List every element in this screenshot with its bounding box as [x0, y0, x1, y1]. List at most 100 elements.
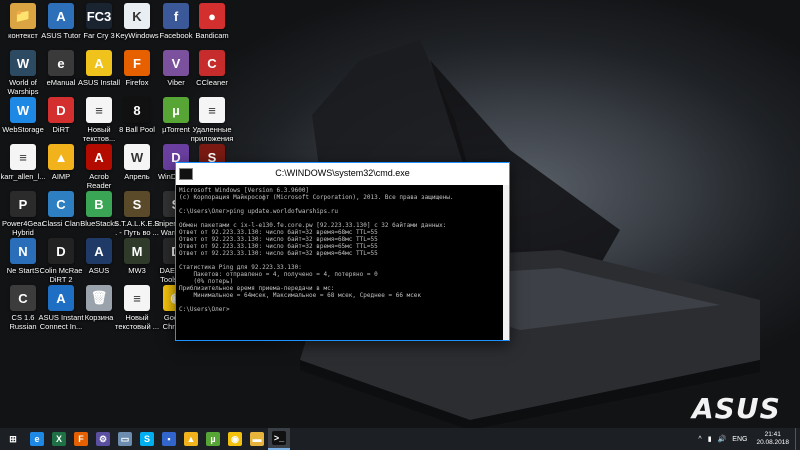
firefox-icon: F — [74, 432, 88, 446]
taskbar-button[interactable]: ▬ — [246, 428, 268, 450]
console-line: Ответ от 92.223.33.130: число байт=32 вр… — [179, 250, 378, 257]
show-desktop-button[interactable] — [795, 428, 800, 450]
taskbar-button[interactable]: >_ — [268, 428, 290, 450]
cmd-title-bar[interactable]: C:\WINDOWS\system32\cmd.exe — [176, 163, 509, 185]
tray-expand-icon[interactable]: ^ — [695, 436, 704, 443]
eight-ball-pool-icon: 8 — [124, 97, 150, 123]
world-of-warships-icon: W — [10, 50, 36, 76]
language-indicator[interactable]: ENG — [729, 436, 750, 443]
desktop-icon[interactable]: ≡ Удаленные приложения — [189, 97, 235, 143]
console-line: Обмен пакетами с ix-l-e130.fe.core.pw [9… — [179, 222, 447, 229]
utorrent-icon: µ — [206, 432, 220, 446]
folder-icon: 📁 — [10, 3, 36, 29]
viber-icon: V — [163, 50, 189, 76]
ccleaner-icon: C — [199, 50, 225, 76]
power4gear-icon: P — [10, 191, 36, 217]
stalker-icon: S — [124, 191, 150, 217]
desktop-icon-label: Bandicam — [195, 31, 229, 40]
taskbar-button[interactable]: F — [70, 428, 92, 450]
remote-desktop-icon: ▭ — [118, 432, 132, 446]
console-line: Microsoft Windows [Version 6.3.9600] — [179, 187, 310, 194]
console-line: Ответ от 92.223.33.130: число байт=32 вр… — [179, 243, 378, 250]
console-line: (0% потерь) — [179, 278, 234, 285]
desktop-icon[interactable]: C CCleaner — [189, 50, 235, 87]
clock-time: 21:41 — [764, 431, 781, 438]
cmd-window-title: C:\WINDOWS\system32\cmd.exe — [275, 168, 410, 178]
cmd-console-output[interactable]: Microsoft Windows [Version 6.3.9600] (c) … — [176, 185, 503, 340]
taskbar-pinned-apps: ⊞ e X F ⚙ ▭ S ▪ ▲ µ ◉ ▬ >_ — [0, 428, 290, 450]
taskbar-button[interactable]: ⊞ — [0, 428, 26, 450]
bluestacks-icon: B — [86, 191, 112, 217]
taskbar-button[interactable]: ▭ — [114, 428, 136, 450]
volume-icon[interactable]: 🔊 — [715, 435, 730, 443]
recycle-bin-icon: 🗑 — [86, 285, 112, 311]
file-icon: ≡ — [10, 144, 36, 170]
settings-icon: ⚙ — [96, 432, 110, 446]
text-document-icon: ≡ — [124, 285, 150, 311]
console-line: Пакетов: отправлено = 4, получено = 4, п… — [179, 271, 378, 278]
word-document-icon: W — [124, 144, 150, 170]
asus-icon: A — [86, 238, 112, 264]
start-icon: ⊞ — [9, 433, 17, 444]
console-line: Минимальное = 64мсек, Максимальное = 68 … — [179, 292, 422, 299]
aimp-icon: ▲ — [48, 144, 74, 170]
dirt-icon: D — [48, 97, 74, 123]
startscreen-icon: N — [10, 238, 36, 264]
taskbar-button[interactable]: e — [26, 428, 48, 450]
asus-install-icon: A — [86, 50, 112, 76]
asus-instant-connect-icon: A — [48, 285, 74, 311]
cmd-scrollbar[interactable] — [503, 185, 509, 340]
asus-tutor-icon: A — [48, 3, 74, 29]
excel-icon: X — [52, 432, 66, 446]
taskbar-button[interactable]: ▲ — [180, 428, 202, 450]
wallpaper-brand-logo: ASUS — [692, 392, 781, 425]
console-line: Статистика Ping для 92.223.33.130: — [179, 264, 302, 271]
file-explorer-icon: ▬ — [250, 432, 264, 446]
taskbar-button[interactable]: S — [136, 428, 158, 450]
classic-clan-icon: C — [48, 191, 74, 217]
skype-icon: S — [140, 432, 154, 446]
taskbar-button[interactable]: ▪ — [158, 428, 180, 450]
taskbar-button[interactable]: ◉ — [224, 428, 246, 450]
console-line: Ответ от 92.223.33.130: число байт=32 вр… — [179, 229, 378, 236]
internet-explorer-icon: e — [30, 432, 44, 446]
clock[interactable]: 21:41 20.08.2018 — [750, 431, 795, 447]
utorrent-icon: µ — [163, 97, 189, 123]
taskbar-button[interactable]: ⚙ — [92, 428, 114, 450]
cmd-icon: >_ — [272, 431, 286, 445]
taskbar: ⊞ e X F ⚙ ▭ S ▪ ▲ µ ◉ ▬ >_ ^ ▮ 🔊 ENG 21:41 20.08.201… — [0, 428, 800, 450]
webstorage-icon: W — [10, 97, 36, 123]
console-line: Приблизительное время приема-передачи в … — [179, 285, 335, 292]
bandicam-icon: ● — [199, 3, 225, 29]
console-line: (c) Корпорация Майкрософт (Microsoft Cor… — [179, 194, 454, 201]
keywindows-icon: K — [124, 3, 150, 29]
aimp-icon: ▲ — [184, 432, 198, 446]
facebook-icon: f — [163, 3, 189, 29]
network-icon[interactable]: ▮ — [705, 435, 715, 443]
acrobat-reader-icon: A — [86, 144, 112, 170]
console-line: Ответ от 92.223.33.130: число байт=32 вр… — [179, 236, 378, 243]
clock-date: 20.08.2018 — [756, 439, 789, 446]
cmd-window[interactable]: C:\WINDOWS\system32\cmd.exe Microsoft Wi… — [175, 162, 510, 341]
console-line: C:\Users\Олег> — [179, 306, 230, 313]
console-line: C:\Users\Олег>ping update.worldofwarship… — [179, 208, 338, 215]
desktop-icon-label: CCleaner — [196, 78, 228, 87]
colin-mcrae-dirt-icon: D — [48, 238, 74, 264]
save-disk-icon: ▪ — [162, 432, 176, 446]
counter-strike-icon: C — [10, 285, 36, 311]
desktop-icon-label: Удаленные приложения — [190, 125, 234, 143]
emanual-icon: e — [48, 50, 74, 76]
chrome-icon: ◉ — [228, 432, 242, 446]
mw3-icon: M — [124, 238, 150, 264]
taskbar-button[interactable]: X — [48, 428, 70, 450]
text-document-icon: ≡ — [86, 97, 112, 123]
desktop-icon[interactable]: ● Bandicam — [189, 3, 235, 40]
system-tray: ^ ▮ 🔊 ENG 21:41 20.08.2018 — [695, 428, 800, 450]
firefox-icon: F — [124, 50, 150, 76]
far-cry-3-icon: FC3 — [86, 3, 112, 29]
taskbar-button[interactable]: µ — [202, 428, 224, 450]
